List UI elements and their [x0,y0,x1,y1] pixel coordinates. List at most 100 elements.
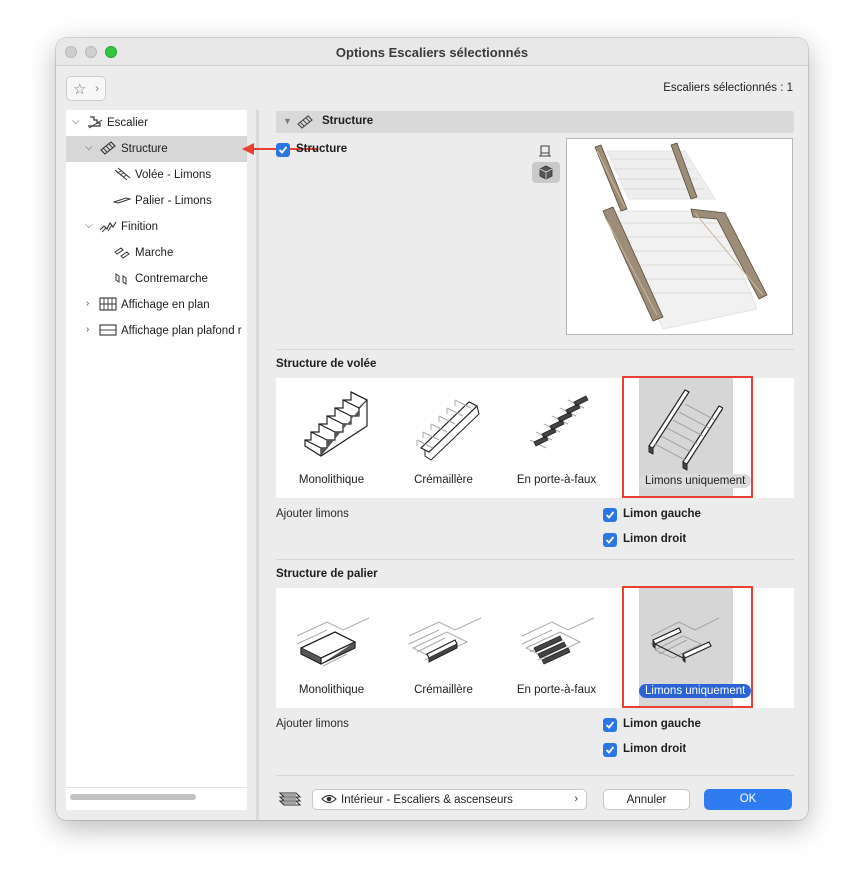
option-label: Crémaillère [391,474,496,486]
tree-item-label: Finition [121,221,159,233]
tree-item-palier-limons[interactable]: Palier - Limons [66,188,247,214]
section-divider [276,559,794,560]
tree-item-affichage-en-plan[interactable]: › Affichage en plan [66,292,247,318]
landing-structure-title: Structure de palier [276,568,378,580]
riser-icon [115,273,127,285]
landing-right-stringer-checkbox[interactable] [603,743,617,757]
add-stringers-label: Ajouter limons [276,508,349,520]
tree-item-label: Volée - Limons [135,169,212,181]
flight-right-stringer-checkbox[interactable] [603,533,617,547]
floor-plan-view-icon[interactable] [538,144,552,158]
structure-icon [297,115,313,129]
title-bar: Options Escaliers sélectionnés [56,38,808,66]
cantilever-landing-icon [521,617,595,665]
view-preset-popup[interactable]: Intérieur - Escaliers & ascenseurs › [312,789,587,810]
option-label: Monolithique [279,474,384,486]
stringer-stair-icon [416,399,480,461]
eye-icon [321,794,337,804]
flight-option-monolithique[interactable]: Monolithique [279,378,384,498]
tree-item-label: Palier - Limons [135,195,212,207]
option-label-text: En porte-à-faux [516,474,597,486]
option-label-text: Crémaillère [414,684,473,696]
landing-left-stringer-label: Limon gauche [623,718,701,730]
option-label-text: Crémaillère [414,474,473,486]
3d-preview[interactable] [566,138,793,335]
flight-right-stringer-label: Limon droit [623,533,687,545]
structure-checkbox[interactable] [276,143,290,157]
option-label: En porte-à-faux [504,474,609,486]
ok-button[interactable]: OK [704,789,792,810]
section-title: Structure [322,115,374,127]
landing-option-monolithique[interactable]: Monolithique [279,588,384,708]
tree-item-label: Affichage plan plafond r [121,325,242,337]
flight-left-stringer-checkbox[interactable] [603,508,617,522]
tree-item-affichage-plafond[interactable]: › Affichage plan plafond r [66,318,247,344]
tree-item-contremarche[interactable]: Contremarche [66,266,247,292]
tree-item-volee-limons[interactable]: Volée - Limons [66,162,247,188]
collapse-triangle-icon[interactable]: ▼ [283,116,292,126]
monolithic-landing-icon [296,617,370,667]
tree-horizontal-scrollbar[interactable] [70,794,196,800]
cube-icon [539,165,553,180]
section-divider [276,775,794,776]
option-label: En porte-à-faux [504,684,609,696]
stringer-icon [114,167,131,181]
cancel-button[interactable]: Annuler [603,789,690,810]
landing-left-stringer-checkbox[interactable] [603,718,617,732]
stringer-landing-icon [408,617,482,663]
section-divider [276,349,794,350]
landing-option-porte-a-faux[interactable]: En porte-à-faux [504,588,609,708]
tree-item-label: Structure [121,143,168,155]
option-label-text: En porte-à-faux [516,684,597,696]
add-stringers-label: Ajouter limons [276,718,349,730]
tree-item-finition[interactable]: ⌵ Finition [66,214,247,240]
tread-icon [114,247,130,259]
finish-icon [99,221,117,233]
cantilever-stair-icon [529,395,589,449]
window-title: Options Escaliers sélectionnés [335,45,529,60]
flight-structure-title: Structure de volée [276,358,377,370]
landing-icon [113,197,131,204]
structure-checkbox-label: Structure [296,143,348,155]
chevron-down-icon[interactable]: ⌵ [72,116,80,127]
tree-item-label: Escalier [107,117,148,129]
monolithic-stair-icon [304,391,369,457]
options-dialog: Options Escaliers sélectionnés ☆ › Escal… [56,38,808,820]
stair-preview-image [594,142,768,330]
chevron-right-icon: › [95,81,99,95]
chevron-down-icon[interactable]: ⌵ [85,142,93,153]
option-label-text: Monolithique [298,684,365,696]
tree-divider [66,787,247,788]
ceiling-plan-icon [99,324,117,336]
annotation-highlight-box [622,586,753,708]
landing-option-cremaillere[interactable]: Crémaillère [391,588,496,708]
3d-view-button[interactable] [532,162,560,183]
selected-count: Escaliers sélectionnés : 1 [663,82,793,94]
favorites-button[interactable]: ☆ › [66,76,106,101]
tree-item-structure[interactable]: ⌵ Structure [66,136,247,162]
plan-view-icon [99,297,117,311]
chevron-right-icon: › [574,793,578,805]
layers-icon[interactable] [276,787,302,809]
chevron-down-icon[interactable]: ⌵ [85,220,93,231]
stair-icon [88,116,103,129]
tree-item-label: Affichage en plan [121,299,210,311]
flight-option-cremaillere[interactable]: Crémaillère [391,378,496,498]
tree-item-label: Contremarche [135,273,208,285]
chevron-right-icon[interactable]: › [86,298,89,309]
structure-icon [100,141,116,155]
option-label: Monolithique [279,684,384,696]
structure-section-header[interactable]: ▼ Structure [276,111,794,133]
option-label: Crémaillère [391,684,496,696]
tree-item-escalier[interactable]: ⌵ Escalier [66,110,247,136]
flight-left-stringer-label: Limon gauche [623,508,701,520]
chevron-right-icon[interactable]: › [86,324,89,335]
settings-tree[interactable]: ⌵ Escalier ⌵ Structure Volée - Limons Pa… [66,110,247,810]
flight-option-porte-a-faux[interactable]: En porte-à-faux [504,378,609,498]
pane-splitter[interactable] [256,110,259,820]
annotation-highlight-box [622,376,753,498]
landing-right-stringer-label: Limon droit [623,743,687,755]
tree-item-label: Marche [135,247,174,259]
star-icon: ☆ [73,81,87,98]
tree-item-marche[interactable]: Marche [66,240,247,266]
